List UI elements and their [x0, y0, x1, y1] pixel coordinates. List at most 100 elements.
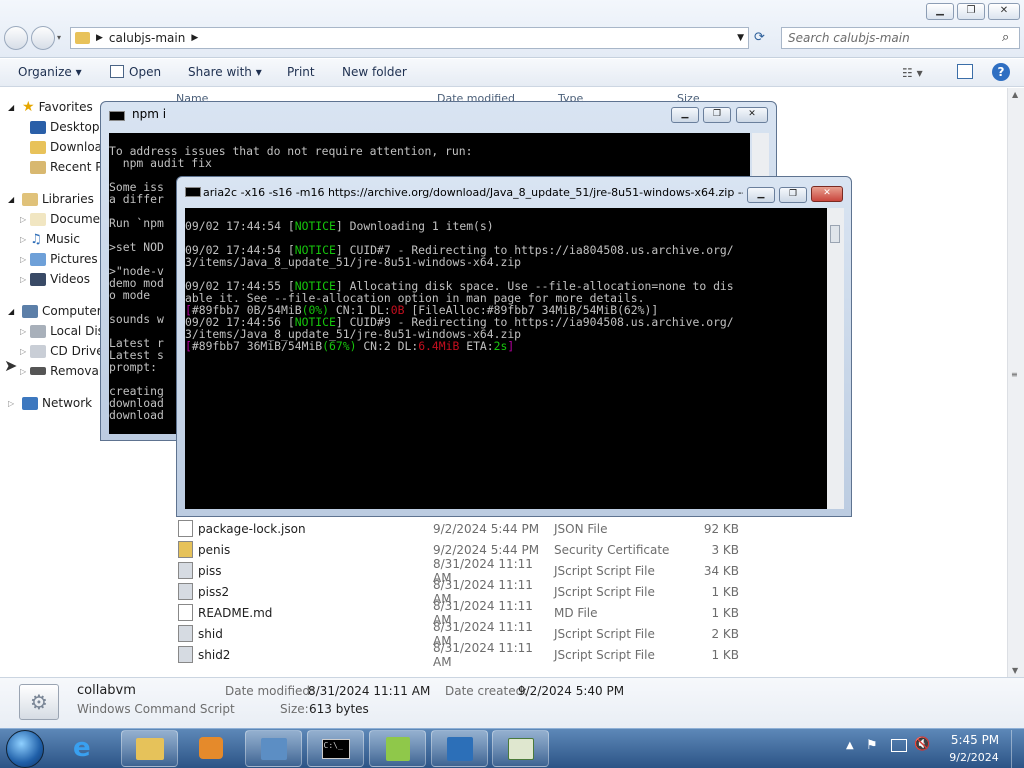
npm-maximize-button[interactable]: ❐ — [703, 107, 731, 123]
file-icon — [178, 541, 193, 558]
file-icon — [178, 520, 193, 537]
file-icon — [178, 562, 193, 579]
recent-places-icon — [30, 160, 46, 174]
taskbar-notepad-plus-button[interactable] — [369, 730, 426, 767]
open-icon — [110, 65, 124, 78]
file-name: shid2 — [198, 647, 231, 662]
file-name: README.md — [198, 605, 273, 620]
aria2c-close-button[interactable]: ✕ — [811, 186, 843, 202]
command-script-gear-icon: ⚙ — [19, 684, 59, 720]
aria2c-console-output[interactable]: 09/02 17:44:54 [NOTICE] Downloading 1 it… — [185, 208, 827, 509]
console-icon — [185, 187, 201, 197]
breadcrumb-chevron-icon[interactable]: ▶ — [191, 33, 198, 43]
npm-close-button[interactable]: ✕ — [736, 107, 768, 123]
address-dropdown-icon[interactable]: ▼ — [737, 33, 744, 43]
preview-pane-icon[interactable] — [957, 64, 973, 79]
aria2c-console-segment: 3/items/Java_8_update_51/jre-8u51-window… — [185, 255, 522, 269]
help-icon[interactable]: ? — [992, 63, 1010, 81]
aria2c-console-segment: (67%) — [322, 339, 357, 353]
details-size-label: Size: — [280, 702, 309, 716]
nav-recent-label: Recent Pl — [50, 160, 106, 174]
aria2c-console-scrollbar[interactable] — [827, 208, 844, 509]
minimize-button[interactable]: ▁ — [926, 3, 954, 20]
npm-window-title: npm i — [132, 107, 167, 121]
file-size: 1 KB — [711, 605, 739, 620]
documents-icon — [30, 212, 47, 226]
aria2c-window-title: aria2c -x16 -s16 -m16 https://archive.or… — [203, 186, 743, 199]
volume-muted-icon[interactable]: 🔇 — [914, 737, 930, 752]
details-file-name: collabvm — [77, 683, 136, 698]
file-size: 1 KB — [711, 584, 739, 599]
print-button[interactable]: Print — [287, 65, 315, 79]
internet-explorer-icon[interactable]: e — [73, 733, 91, 763]
share-with-button[interactable]: Share with ▾ — [188, 65, 262, 79]
nav-removable-label: Removab — [50, 364, 107, 378]
file-date: 9/2/2024 5:44 PM — [433, 542, 540, 557]
file-size: 1 KB — [711, 647, 739, 662]
breadcrumb-arrow-icon[interactable]: ▶ — [96, 33, 103, 43]
removable-disk-icon — [30, 367, 47, 375]
aria2c-console-segment: ETA: — [459, 339, 494, 353]
start-button[interactable] — [6, 730, 44, 768]
aria2c-console-segment: 6.4MiB — [418, 339, 460, 353]
file-row[interactable]: package-lock.json 9/2/2024 5:44 PM JSON Fi… — [178, 518, 758, 539]
nav-music-label: Music — [45, 232, 80, 246]
file-row[interactable]: shid2 8/31/2024 11:11 AM JScript Script Fi… — [178, 641, 758, 669]
network-icon — [22, 396, 38, 410]
search-icon[interactable]: ⌕ — [1002, 30, 1009, 45]
command-prompt-icon: C:\_ — [321, 738, 350, 759]
maximize-button[interactable]: ❐ — [957, 3, 985, 20]
folder-icon — [135, 737, 164, 760]
taskbar-control-panel-button[interactable] — [245, 730, 302, 767]
recent-pages-chevron-icon[interactable]: ▾ — [57, 33, 61, 42]
clock-date[interactable]: 9/2/2024 — [946, 751, 1002, 764]
refresh-icon[interactable]: ⟳ — [754, 30, 765, 45]
aria2c-console-window[interactable]: aria2c -x16 -s16 -m16 https://archive.or… — [176, 176, 852, 517]
view-options-icon[interactable]: ☷ ▾ — [902, 66, 923, 80]
back-button[interactable] — [4, 26, 28, 50]
close-button[interactable]: ✕ — [988, 3, 1020, 20]
network-status-icon[interactable] — [891, 739, 907, 752]
aria2c-minimize-button[interactable]: ▁ — [747, 187, 775, 203]
media-player-icon[interactable] — [199, 737, 223, 759]
star-icon: ★ — [22, 99, 35, 115]
show-hidden-icons-icon[interactable]: ▲ — [846, 740, 854, 751]
taskbar-installer-button[interactable] — [431, 730, 488, 767]
organize-button[interactable]: Organize ▾ — [18, 65, 82, 79]
details-created-label: Date created: — [445, 684, 528, 698]
action-center-flag-icon[interactable]: ⚑ — [866, 738, 878, 753]
file-type: JScript Script File — [554, 647, 655, 662]
show-desktop-button[interactable] — [1011, 730, 1024, 768]
aria2c-console-segment: ] Downloading 1 item(s) — [335, 219, 494, 233]
address-bar[interactable]: ▶ calubjs-main ▶ ▼ — [70, 27, 749, 49]
local-disk-icon — [30, 324, 47, 338]
forward-button[interactable] — [31, 26, 55, 50]
installer-icon — [446, 736, 473, 761]
search-input[interactable]: Search calubjs-main — [781, 27, 1020, 49]
cd-drive-icon — [30, 344, 47, 358]
nav-libraries-label: Libraries — [42, 192, 94, 206]
file-type: JScript Script File — [554, 563, 655, 578]
aria2c-maximize-button[interactable]: ❐ — [779, 187, 807, 203]
new-folder-button[interactable]: New folder — [342, 65, 407, 79]
vertical-scrollbar[interactable]: ▲ ≡ ▼ — [1007, 88, 1024, 677]
breadcrumb-folder[interactable]: calubjs-main — [109, 31, 185, 45]
file-name: package-lock.json — [198, 521, 306, 536]
nav-pictures-label: Pictures — [50, 252, 98, 266]
file-type: JScript Script File — [554, 584, 655, 599]
npm-console-line: npm audit fix — [109, 156, 212, 170]
file-name: piss2 — [198, 584, 230, 599]
details-modified-value: 8/31/2024 11:11 AM — [308, 684, 431, 698]
taskbar-window-button[interactable] — [492, 730, 549, 767]
taskbar-cmd-button[interactable]: C:\_ — [307, 730, 364, 767]
clock-time[interactable]: 5:45 PM — [950, 733, 1000, 747]
nav-computer-label: Computer — [42, 304, 102, 318]
pictures-icon — [30, 252, 47, 266]
open-button[interactable]: Open — [129, 65, 161, 79]
file-type: Security Certificate — [554, 542, 670, 557]
npm-minimize-button[interactable]: ▁ — [671, 107, 699, 123]
libraries-icon — [22, 192, 38, 206]
taskbar-explorer-button[interactable] — [121, 730, 178, 767]
aria2c-console-segment: 2s — [493, 339, 508, 353]
file-name: shid — [198, 626, 223, 641]
